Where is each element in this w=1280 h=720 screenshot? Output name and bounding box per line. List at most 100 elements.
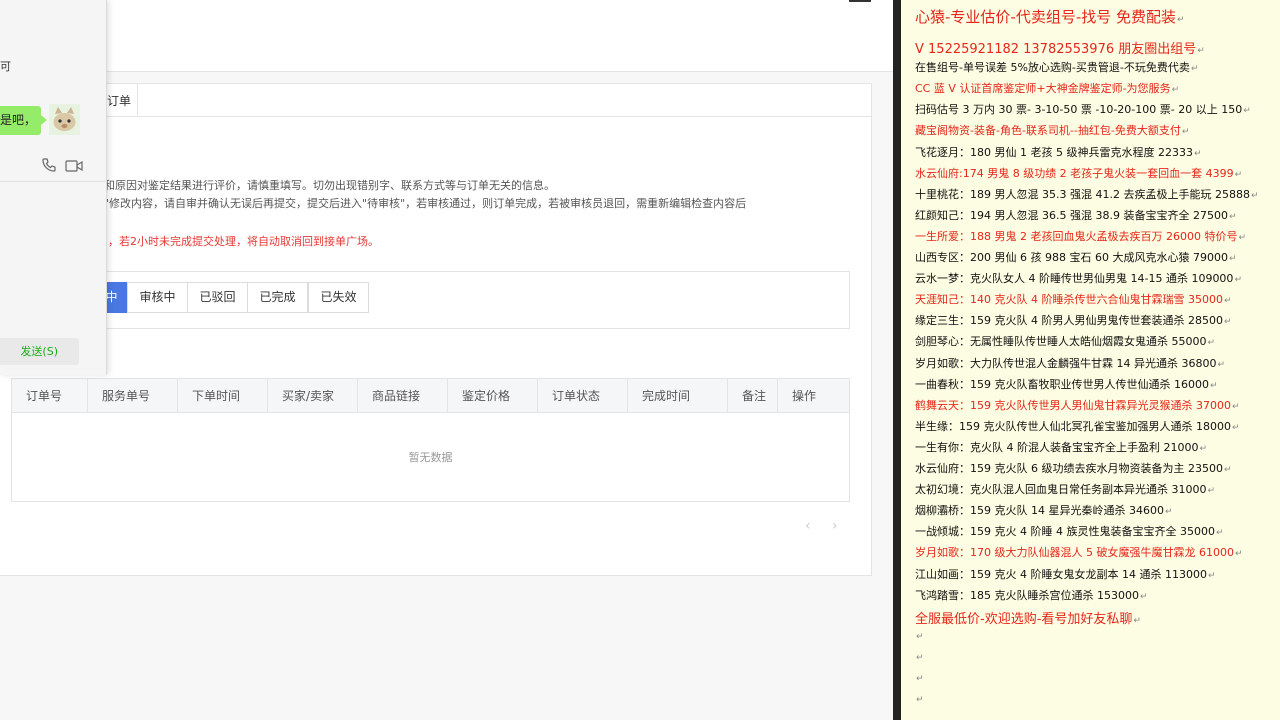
doc-line: 岁月如歌：大力队传世混人金麟强牛甘霖 14 异光通杀 36800↵ [915, 355, 1225, 371]
paragraph-mark-icon: ↵ [1193, 148, 1202, 159]
doc-line-text: 全服最低价-欢迎选购-看号加好友私聊 [915, 611, 1133, 627]
paragraph-mark-icon: ↵ [1199, 443, 1208, 454]
chat-toolbar-divider [0, 181, 107, 182]
doc-line-text: 心猿-专业估价-代卖组号-找号 免费配装 [915, 8, 1177, 26]
col-order-status[interactable]: 订单状态 [538, 379, 628, 413]
doc-line: 江山如画：159 克火 4 阶睡女鬼女龙副本 14 通杀 113000↵ [915, 566, 1216, 582]
paragraph-mark-icon: ↵ [1207, 486, 1216, 497]
doc-line: ↵ [915, 671, 924, 684]
col-service-no[interactable]: 服务单号 [88, 379, 178, 413]
col-finish-time[interactable]: 完成时间 [628, 379, 728, 413]
doc-line: 藏宝阁物资-装备-角色-联系司机--抽红包-免费大额支付↵ [915, 122, 1189, 138]
doc-line: 扫码估号 3 万内 30 票- 3-10-50 票 -10-20-100 票- … [915, 101, 1251, 117]
table-header: 订单号 服务单号 下单时间 买家/卖家 商品链接 鉴定价格 订单状态 完成时间 … [12, 379, 849, 413]
doc-line-text: 剑胆琴心：无属性睡队传世睡人太皓仙烟霞女鬼通杀 55000 [915, 335, 1207, 349]
chat-bubble-sent: 是吧， [0, 106, 41, 135]
web-page: 订单 格和原因对鉴定结果进行评价，请慎重填写。切勿出现错别字、联系方式等与订单无… [0, 0, 893, 720]
doc-line: 剑胆琴心：无属性睡队传世睡人太皓仙烟霞女鬼通杀 55000↵ [915, 333, 1215, 349]
doc-line: ↵ [915, 629, 924, 642]
col-buyer-seller[interactable]: 买家/卖家 [268, 379, 358, 413]
doc-line: 烟柳灞桥：159 克火队 14 星异光秦岭通杀 34600↵ [915, 502, 1173, 518]
doc-line: 一生有你：克火队 4 阶混人装备宝宝齐全上手盈利 21000↵ [915, 439, 1207, 455]
col-remarks[interactable]: 备注 [728, 379, 778, 413]
tab-divider [0, 116, 872, 117]
doc-line-text: 山西专区：200 男仙 6 孩 988 宝石 60 大成风克水心猿 79000 [915, 251, 1228, 264]
chat-window: 可 是吧， 发送(S) [0, 0, 107, 375]
doc-line-text: CC 蓝 V 认证首席鉴定师+大神金牌鉴定师-为您服务 [915, 82, 1171, 96]
doc-line-text: 岁月如歌：大力队传世混人金麟强牛甘霖 14 异光通杀 36800 [915, 356, 1217, 370]
doc-line: 天涯知己：140 克火队 4 阶睡杀传世六合仙鬼甘霖瑞雪 35000↵ [915, 291, 1232, 307]
doc-line: 山西专区：200 男仙 6 孩 988 宝石 60 大成风克水心猿 79000↵ [915, 249, 1237, 265]
col-order-no[interactable]: 订单号 [12, 379, 88, 413]
doc-line-text: 缘定三生：159 克火队 4 阶男人男仙男鬼传世套装通杀 28500 [915, 314, 1223, 328]
doc-line-text: 鹤舞云天：159 克火队传世男人男仙鬼甘霖异光灵猴通杀 37000 [915, 398, 1231, 412]
doc-line-text: 云水一梦：克火队女人 4 阶睡传世男仙男鬼 14-15 通杀 109000 [915, 272, 1234, 286]
paragraph-mark-icon: ↵ [1190, 64, 1199, 75]
paragraph-mark-icon: ↵ [1243, 106, 1251, 117]
doc-line-text: 十里桃花：189 男人忽混 35.3 强混 41.2 去疾孟极上手能玩 2588… [915, 187, 1250, 201]
notice-line-2: 辑"修改内容，请自审并确认无误后再提交，提交后进入"待审核"，若审核通过，则订单… [93, 197, 747, 210]
status-tab-expired[interactable]: 已失效 [308, 282, 369, 313]
doc-line-text: 飞鸿踏雪：185 克火队睡杀宫位通杀 153000 [915, 588, 1139, 602]
screen: 订单 格和原因对鉴定结果进行评价，请慎重填写。切勿出现错别字、联系方式等与订单无… [0, 0, 1280, 720]
paragraph-mark-icon: ↵ [1231, 401, 1240, 412]
paragraph-mark-icon: ↵ [1171, 85, 1180, 96]
doc-line: ↵ [915, 692, 924, 705]
paragraph-mark-icon: ↵ [1234, 169, 1243, 180]
doc-line: 鹤舞云天：159 克火队传世男人男仙鬼甘霖异光灵猴通杀 37000↵ [915, 397, 1240, 413]
doc-line-text: 岁月如歌：170 级大力队仙器混人 5 破女魔强牛魔甘霖龙 61000 [915, 546, 1234, 560]
paragraph-mark-icon: ↵ [1223, 317, 1232, 328]
paragraph-mark-icon: ↵ [1234, 275, 1242, 286]
status-tab-reviewing[interactable]: 审核中 [127, 282, 188, 313]
doc-line: 水云仙府:174 男鬼 8 级功绩 2 老孩子鬼火装一套回血一套 4399↵ [915, 165, 1242, 181]
paragraph-mark-icon: ↵ [916, 674, 924, 684]
paragraph-mark-icon: ↵ [1207, 570, 1216, 581]
doc-line-text: 太初幻境：克火队混人回血鬼日常任务副本异光通杀 31000 [915, 483, 1207, 497]
pager-next-icon[interactable]: › [832, 518, 838, 534]
status-tab-rejected[interactable]: 已驳回 [187, 282, 248, 313]
doc-line-text: 一生所爱：188 男鬼 2 老孩回血鬼火孟极去疾百万 26000 特价号 [915, 229, 1238, 243]
col-order-time[interactable]: 下单时间 [178, 379, 268, 413]
col-appraisal-price[interactable]: 鉴定价格 [448, 379, 538, 413]
chat-message-fragment: 可 [0, 60, 11, 73]
col-actions[interactable]: 操作 [778, 379, 849, 413]
paragraph-mark-icon: ↵ [1181, 127, 1190, 138]
doc-line: 飞花逐月：180 男仙 1 老孩 5 级神兵雷克水程度 22333↵ [915, 144, 1202, 160]
doc-line-text: 藏宝阁物资-装备-角色-联系司机--抽红包-免费大额支付 [915, 124, 1181, 138]
window-divider [893, 0, 901, 720]
doc-line-text: 在售组号-单号误差 5%放心选购-买贵管退-不玩免费代卖 [915, 61, 1190, 75]
doc-line: ↵ [915, 650, 924, 663]
paragraph-mark-icon: ↵ [1209, 380, 1218, 391]
doc-line: 飞鸿踏雪：185 克火队睡杀宫位通杀 153000↵ [915, 587, 1148, 603]
pager-prev-icon[interactable]: ‹ [805, 518, 811, 534]
col-product-link[interactable]: 商品链接 [358, 379, 448, 413]
notice-warning: ，若2小时未完成提交处理，将自动取消回到接单广场。 [108, 235, 379, 248]
status-tab-completed[interactable]: 已完成 [247, 282, 308, 313]
paragraph-mark-icon: ↵ [1250, 190, 1259, 201]
video-icon[interactable] [65, 158, 83, 177]
doc-line: 云水一梦：克火队女人 4 阶睡传世男仙男鬼 14-15 通杀 109000↵ [915, 270, 1242, 286]
avatar[interactable] [49, 104, 80, 135]
paragraph-mark-icon: ↵ [1238, 232, 1247, 243]
order-card [0, 83, 872, 576]
paragraph-mark-icon: ↵ [1217, 359, 1226, 370]
doc-line-text: 一曲春秋：159 克火队畜牧职业传世男人传世仙通杀 16000 [915, 377, 1209, 391]
doc-line-text: 飞花逐月：180 男仙 1 老孩 5 级神兵雷克水程度 22333 [915, 145, 1193, 159]
paragraph-mark-icon: ↵ [916, 652, 924, 663]
doc-line: 在售组号-单号误差 5%放心选购-买贵管退-不玩免费代卖↵ [915, 59, 1198, 75]
doc-line: 全服最低价-欢迎选购-看号加好友私聊↵ [915, 608, 1141, 627]
doc-line-text: 一战倾城：159 克火 4 阶睡 4 族灵性鬼装备宝宝齐全 35000 [915, 525, 1215, 539]
empty-state: 暂无数据 [408, 451, 453, 464]
doc-line: 水云仙府：159 克火队 6 级功绩去疾水月物资装备为主 23500↵ [915, 460, 1232, 476]
doc-line-text: 烟柳灞桥：159 克火队 14 星异光秦岭通杀 34600 [915, 504, 1164, 518]
doc-line-text: 红颜知己：194 男人忽混 36.5 强混 38.9 装备宝宝齐全 27500 [915, 208, 1228, 222]
doc-line: 心猿-专业估价-代卖组号-找号 免费配装↵ [915, 6, 1185, 27]
paragraph-mark-icon: ↵ [916, 631, 924, 642]
phone-icon[interactable] [41, 157, 57, 177]
doc-line: 半生缘：159 克火队传世人仙北冥孔雀宝鉴加强男人通杀 18000↵ [915, 418, 1240, 434]
doc-line: 缘定三生：159 克火队 4 阶男人男仙男鬼传世套装通杀 28500↵ [915, 312, 1232, 328]
doc-line: 太初幻境：克火队混人回血鬼日常任务副本异光通杀 31000↵ [915, 481, 1215, 497]
doc-line: 一生所爱：188 男鬼 2 老孩回血鬼火孟极去疾百万 26000 特价号↵ [915, 228, 1246, 244]
doc-line-text: 扫码估号 3 万内 30 票- 3-10-50 票 -10-20-100 票- … [915, 103, 1243, 117]
send-button[interactable]: 发送(S) [0, 338, 79, 365]
